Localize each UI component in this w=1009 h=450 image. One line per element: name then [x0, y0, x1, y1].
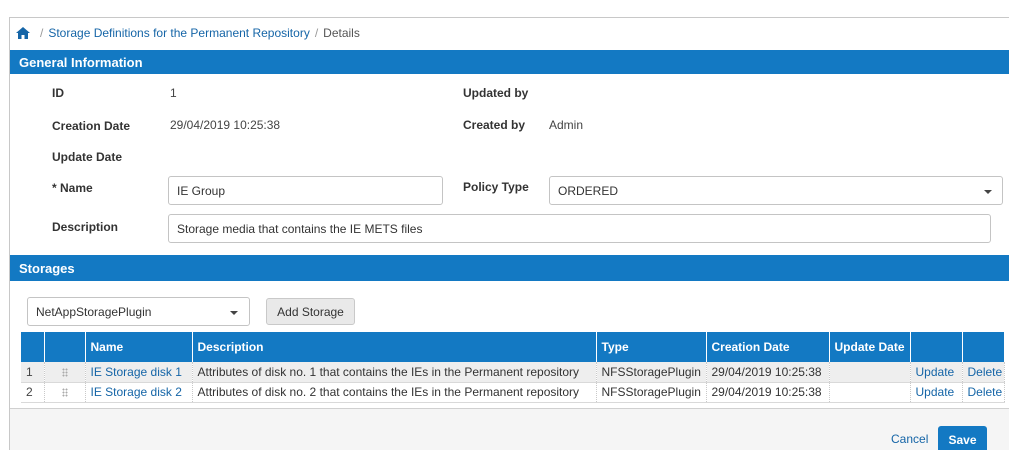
general-information-header: General Information: [10, 50, 1009, 74]
cancel-button[interactable]: Cancel: [891, 432, 928, 446]
column-header-description[interactable]: Description: [192, 332, 597, 362]
section-title: Storages: [19, 260, 75, 276]
storage-creation-date: 29/04/2019 10:25:38: [706, 362, 830, 383]
breadcrumb-separator: /: [314, 26, 319, 40]
drag-handle[interactable]: [44, 382, 86, 403]
footer-bar: [10, 409, 1009, 450]
breadcrumb-current: Details: [323, 26, 360, 40]
storage-description: Attributes of disk no. 2 that contains t…: [192, 382, 597, 403]
created-by-value: Admin: [549, 118, 584, 132]
drag-handle-icon: [61, 368, 68, 378]
storage-name-link[interactable]: IE Storage disk 1: [85, 362, 193, 383]
storage-creation-date: 29/04/2019 10:25:38: [706, 382, 830, 403]
creation-date-label: Creation Date: [52, 119, 131, 133]
description-input-value: Storage media that contains the IE METS …: [177, 221, 423, 236]
add-storage-button[interactable]: Add Storage: [266, 298, 355, 325]
storage-update-date: [829, 382, 911, 403]
row-number: 1: [21, 362, 45, 383]
description-input[interactable]: Storage media that contains the IE METS …: [168, 214, 991, 243]
id-value: 1: [170, 86, 177, 100]
storage-type: NFSStoragePlugin: [596, 362, 707, 383]
update-date-label: Update Date: [52, 150, 123, 164]
column-header-update-date[interactable]: Update Date: [829, 332, 911, 362]
drag-handle[interactable]: [44, 362, 86, 383]
storages-header: Storages: [10, 255, 1009, 281]
column-header-number: [21, 332, 45, 362]
column-header-name[interactable]: Name: [85, 332, 193, 362]
name-input-value: IE Group: [177, 183, 226, 198]
save-button[interactable]: Save: [938, 426, 987, 450]
home-icon[interactable]: [16, 27, 30, 39]
id-label: ID: [52, 86, 64, 100]
updated-by-label: Updated by: [463, 86, 529, 100]
drag-handle-icon: [61, 388, 68, 398]
storage-plugin-select[interactable]: NetAppStoragePlugin: [27, 297, 250, 326]
column-header-update: [910, 332, 963, 362]
column-header-creation-date[interactable]: Creation Date: [706, 332, 830, 362]
name-label: * Name: [52, 181, 93, 195]
created-by-label: Created by: [463, 118, 526, 132]
storage-name-link[interactable]: IE Storage disk 2: [85, 382, 193, 403]
table-row[interactable]: 1 IE Storage disk 1 Attributes of disk n…: [21, 362, 1005, 383]
update-link[interactable]: Update: [910, 362, 963, 383]
chevron-down-icon: [230, 311, 238, 315]
delete-link[interactable]: Delete: [962, 362, 1005, 383]
table-header-row: Name Description Type Creation Date Upda…: [21, 332, 1005, 362]
description-label: Description: [52, 220, 119, 234]
breadcrumb-parent-link[interactable]: Storage Definitions for the Permanent Re…: [48, 26, 309, 40]
name-input[interactable]: IE Group: [168, 176, 443, 205]
policy-type-select[interactable]: ORDERED: [549, 176, 1003, 205]
chevron-down-icon: [984, 190, 992, 194]
storage-description: Attributes of disk no. 1 that contains t…: [192, 362, 597, 383]
column-header-drag: [44, 332, 86, 362]
storage-type: NFSStoragePlugin: [596, 382, 707, 403]
storage-plugin-value: NetAppStoragePlugin: [36, 304, 152, 319]
breadcrumb: / Storage Definitions for the Permanent …: [16, 26, 360, 40]
storages-table: Name Description Type Creation Date Upda…: [21, 332, 1005, 403]
table-row[interactable]: 2 IE Storage disk 2 Attributes of disk n…: [21, 382, 1005, 403]
section-title: General Information: [19, 54, 143, 70]
breadcrumb-separator: /: [40, 26, 44, 40]
policy-type-label: Policy Type: [463, 180, 529, 194]
creation-date-value: 29/04/2019 10:25:38: [170, 118, 281, 132]
column-header-delete: [962, 332, 1005, 362]
storage-update-date: [829, 362, 911, 383]
row-number: 2: [21, 382, 45, 403]
update-link[interactable]: Update: [910, 382, 963, 403]
delete-link[interactable]: Delete: [962, 382, 1005, 403]
column-header-type[interactable]: Type: [596, 332, 707, 362]
policy-type-value: ORDERED: [558, 183, 619, 198]
